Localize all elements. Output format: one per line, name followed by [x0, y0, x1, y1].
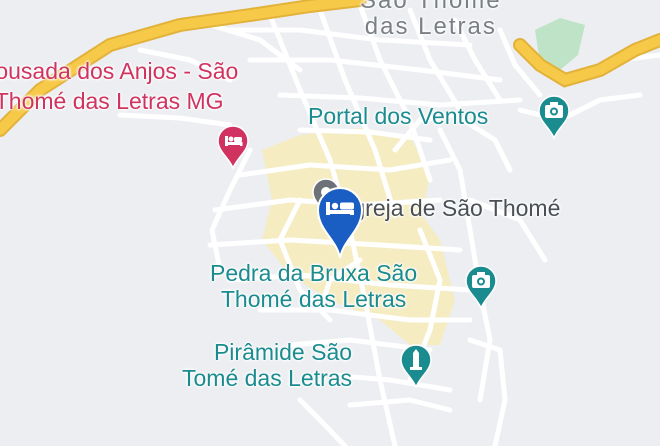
- selected-place-marker[interactable]: [315, 186, 365, 260]
- hotel-icon[interactable]: [216, 124, 250, 170]
- town-label: São Thomé das Letras: [360, 0, 502, 40]
- map-canvas[interactable]: São Thomé das Letras Pousada dos Anjos -…: [0, 0, 660, 446]
- monument-icon[interactable]: [399, 343, 433, 389]
- camera-icon[interactable]: [537, 94, 571, 140]
- poi-label-pousada[interactable]: Pousada dos Anjos - São Thomé das Letras…: [0, 56, 238, 116]
- poi-label-piramide[interactable]: Pirâmide São Tomé das Letras: [182, 339, 352, 391]
- poi-label-igreja[interactable]: Igreja de São Thomé: [346, 195, 560, 221]
- poi-label-pedra[interactable]: Pedra da Bruxa São Thomé das Letras: [210, 260, 417, 312]
- camera-icon[interactable]: [464, 264, 498, 310]
- poi-label-portal[interactable]: Portal dos Ventos: [308, 103, 488, 129]
